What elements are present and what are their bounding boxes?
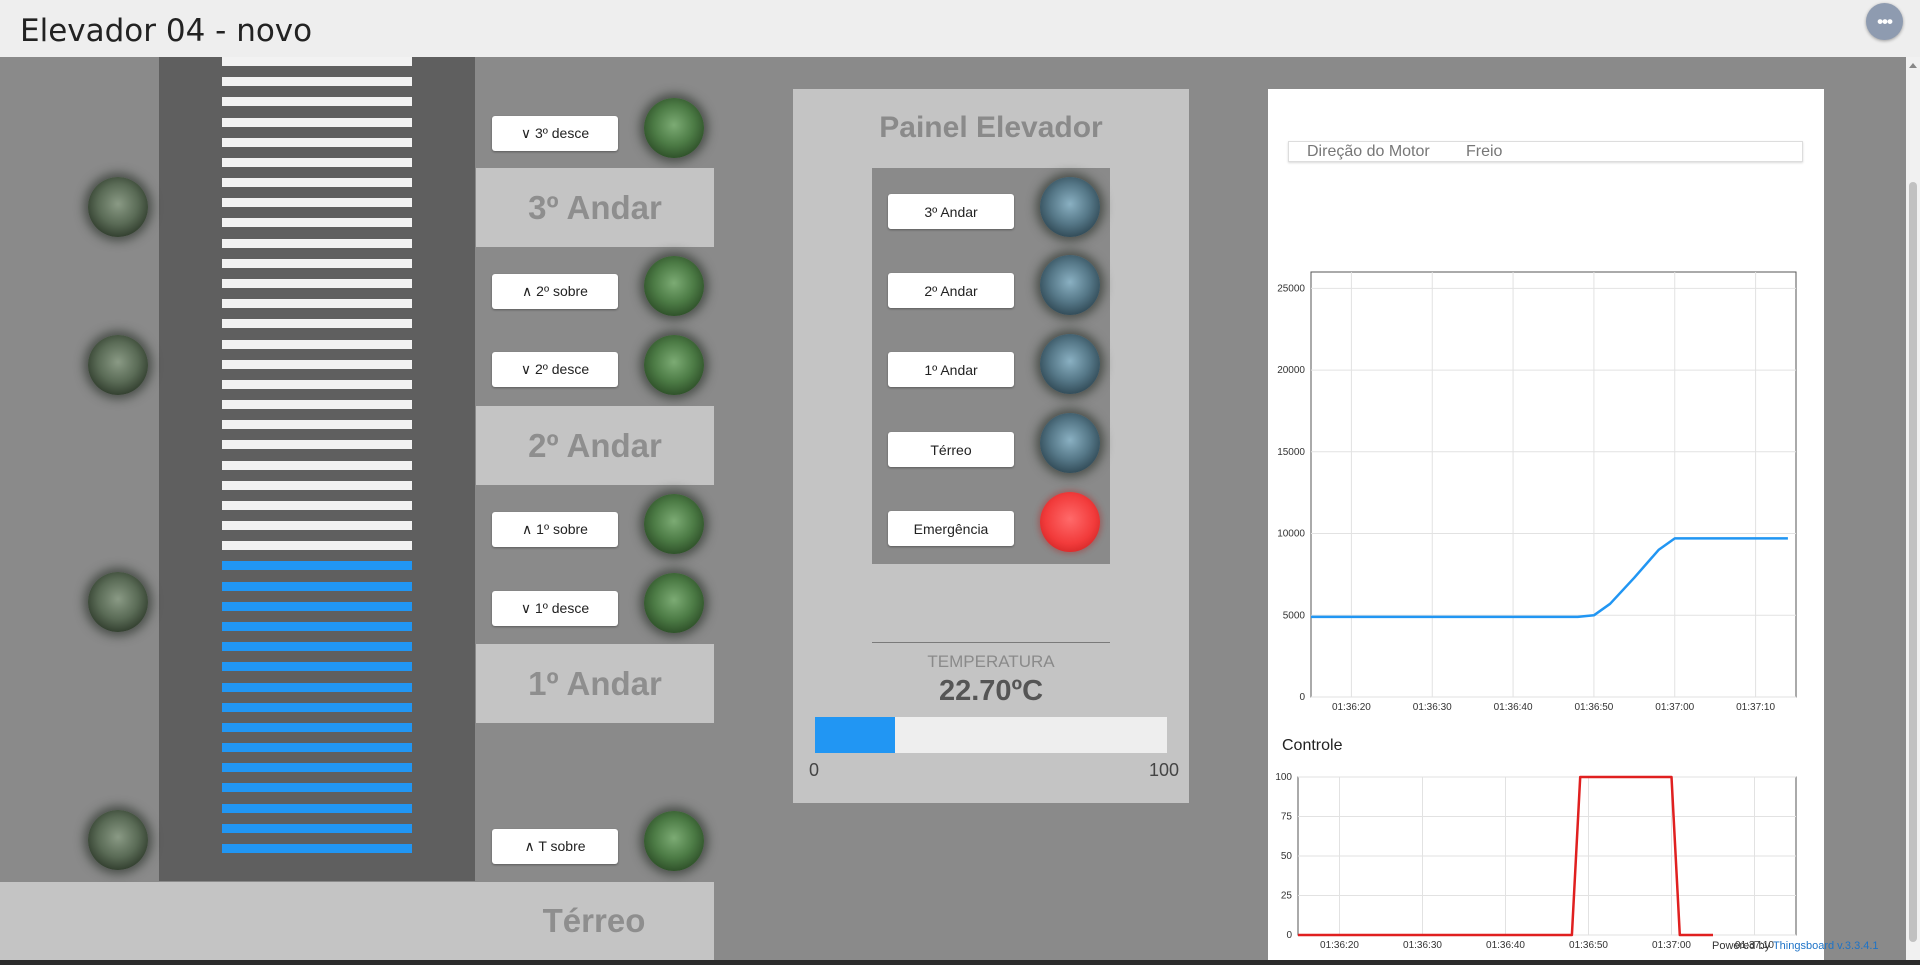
shaft-stripe [222,460,412,470]
temperature-min: 0 [809,760,820,780]
floor-1-up-button[interactable]: ∧ 1º sobre [492,512,618,547]
legend-brake[interactable]: Freio [1466,142,1502,161]
shaft-stripe [222,278,412,288]
shaft-stripe [222,339,412,349]
emergency-button[interactable]: Emergência [888,511,1014,546]
shaft-stripe [222,137,412,147]
shaft-stripe [222,238,412,248]
floor-1-down-button[interactable]: ∨ 1º desce [492,591,618,626]
shaft-stripe [222,440,412,450]
shaft-stripe [222,521,412,531]
shaft-stripe [222,400,412,410]
emergency-lamp [1040,492,1100,552]
car-stripe-blue [222,601,412,611]
shaft-stripe [222,198,412,208]
shaft-stripe [222,480,412,490]
elevator-panel: Painel Elevador 3º Andar 2º Andar 1º And… [793,89,1189,803]
car-stripe-blue [222,743,412,753]
cab-floor-3-button[interactable]: 3º Andar [888,194,1014,229]
powered-by: Powered by Thingsboard v.3.3.4.1 [1712,940,1879,952]
floor-2-label: 2º Andar [476,406,714,485]
chart-legend: Direção do Motor Freio [1288,141,1803,162]
car-stripe-blue [222,803,412,813]
cab-ground-lamp [1040,413,1100,473]
cab-floor-1-lamp [1040,334,1100,394]
floor-2-down-lamp [644,335,704,395]
top-bar: Elevador 04 - novo ••• [0,0,1920,57]
shaft-stripe [222,420,412,430]
cab-ground-button[interactable]: Térreo [888,432,1014,467]
cab-floor-3-lamp [1040,177,1100,237]
powered-by-label: Powered by [1712,940,1771,952]
temperature-bar-fill [815,717,895,753]
shaft-stripe [222,541,412,551]
car-stripe-blue [222,702,412,712]
more-options-icon[interactable]: ••• [1866,3,1903,40]
car-stripe-blue [222,642,412,652]
shaft-stripe [222,57,412,66]
car-stripe-blue [222,763,412,773]
bottom-strip [0,960,1920,965]
control-chart-title: Controle [1282,737,1343,754]
car-stripe-blue [222,682,412,692]
shaft-stripe [222,319,412,329]
temperature-value: 22.70ºC [938,675,1044,707]
floor-3-label: 3º Andar [476,168,714,247]
temperature-divider [872,642,1110,643]
car-stripe-blue [222,622,412,632]
cab-button-box: 3º Andar 2º Andar 1º Andar Térreo Emergê… [872,168,1110,564]
car-stripe-blue [222,823,412,833]
shaft-stripe [222,157,412,167]
ground-floor-indicator-lamp [88,810,148,870]
car-stripe-blue [222,561,412,571]
shaft-stripe [222,97,412,107]
floor-2-down-button[interactable]: ∨ 2º desce [492,352,618,387]
ground-up-button[interactable]: ∧ T sobre [492,829,618,864]
shaft-stripe [222,178,412,188]
shaft-stripe [222,218,412,228]
shaft-stripe [222,117,412,127]
ground-up-lamp [644,811,704,871]
temperature-max: 100 [1149,760,1180,780]
floor-1-indicator-lamp [88,572,148,632]
floor-3-indicator-lamp [88,177,148,237]
chart-card: Direção do Motor Freio Controle [1268,89,1824,960]
cab-floor-1-button[interactable]: 1º Andar [888,352,1014,387]
scroll-up-arrow-icon[interactable] [1909,63,1917,68]
floor-1-label: 1º Andar [476,644,714,723]
car-stripe-blue [222,662,412,672]
floor-2-indicator-lamp [88,335,148,395]
panel-title: Painel Elevador [879,111,1103,144]
cab-floor-2-button[interactable]: 2º Andar [888,273,1014,308]
car-stripe-blue [222,581,412,591]
shaft-stripe [222,258,412,268]
car-stripe-blue [222,722,412,732]
temperature-label: TEMPERATURA [927,652,1055,671]
dashboard-title: Elevador 04 - novo [20,13,313,49]
shaft-stripe [222,359,412,369]
floor-1-up-lamp [644,494,704,554]
shaft-stripe [222,77,412,87]
floor-3-down-lamp [644,98,704,158]
floor-1-down-lamp [644,573,704,633]
car-stripe-blue [222,844,412,853]
floor-2-up-lamp [644,256,704,316]
legend-motor-direction[interactable]: Direção do Motor [1307,142,1430,161]
floor-3-down-button[interactable]: ∨ 3º desce [492,116,618,151]
ground-floor-label: Térreo [0,882,714,960]
vertical-scrollbar[interactable] [1906,57,1920,960]
shaft-stripe [222,379,412,389]
temperature-bar [815,717,1167,753]
car-stripe-blue [222,783,412,793]
cab-floor-2-lamp [1040,255,1100,315]
floor-2-up-button[interactable]: ∧ 2º sobre [492,274,618,309]
scrollbar-thumb[interactable] [1909,182,1917,942]
shaft-stripe [222,500,412,510]
thingsboard-link[interactable]: Thingsboard v.3.3.4.1 [1773,940,1879,952]
shaft-stripe [222,299,412,309]
